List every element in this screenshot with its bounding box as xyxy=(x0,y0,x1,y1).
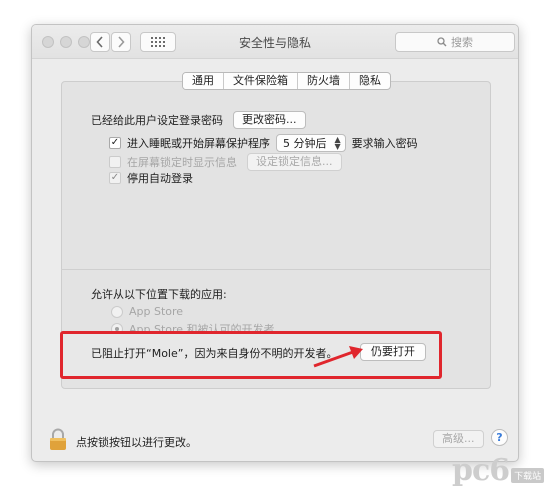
help-icon: ? xyxy=(496,431,503,444)
require-password-label: 进入睡眠或开始屏幕保护程序 xyxy=(127,137,270,150)
require-password-delay-select[interactable]: 5 分钟后 ▲ ▼ xyxy=(276,134,346,152)
require-password-checkbox[interactable]: ✓ xyxy=(109,137,121,149)
appstore-radio-label: App Store xyxy=(129,305,184,318)
disable-auto-login-checkbox[interactable]: ✓ xyxy=(109,172,121,184)
appstore-radio[interactable] xyxy=(111,305,123,318)
tab-bar: 通用 文件保险箱 防火墙 隐私 xyxy=(182,72,391,90)
auto-login-row: ✓ 停用自动登录 xyxy=(109,170,193,186)
watermark-badge: 下载站 xyxy=(511,468,545,483)
blocked-app-row: 已阻止打开“Mole”，因为来自身份不明的开发者。 xyxy=(91,345,337,361)
disable-auto-login-label: 停用自动登录 xyxy=(127,172,193,185)
lock-message-row: 在屏幕锁定时显示信息 设定锁定信息... xyxy=(109,153,342,171)
tab-privacy[interactable]: 隐私 xyxy=(349,73,390,89)
open-anyway-button[interactable]: 仍要打开 xyxy=(360,343,426,361)
download-heading-row: 允许从以下位置下载的应用: xyxy=(91,286,227,302)
search-icon xyxy=(437,37,447,47)
login-password-row: 已经给此用户设定登录密码 更改密码... xyxy=(91,111,306,129)
lock-message-label: 在屏幕锁定时显示信息 xyxy=(127,156,237,169)
advanced-button[interactable]: 高级... xyxy=(433,430,484,448)
bottom-bar: 点按锁按钮以进行更改。 高级... ? xyxy=(32,419,518,461)
tab-filevault[interactable]: 文件保险箱 xyxy=(223,73,297,89)
updown-arrows-icon: ▲ ▼ xyxy=(334,135,341,151)
lock-hint-text: 点按锁按钮以进行更改。 xyxy=(76,436,197,449)
help-button[interactable]: ? xyxy=(491,429,508,446)
blocked-app-message: 已阻止打开“Mole”，因为来自身份不明的开发者。 xyxy=(91,347,338,360)
download-source-heading: 允许从以下位置下载的应用: xyxy=(91,288,227,301)
site-watermark: pc6 下载站 xyxy=(452,453,545,488)
title-bar: 安全性与隐私 搜索 xyxy=(32,25,518,59)
search-placeholder: 搜索 xyxy=(451,36,473,49)
lock-icon[interactable] xyxy=(49,428,67,450)
search-field[interactable]: 搜索 xyxy=(395,32,515,52)
change-password-button[interactable]: 更改密码... xyxy=(233,111,306,129)
section-divider xyxy=(61,269,491,270)
lock-message-checkbox[interactable] xyxy=(109,156,121,168)
red-arrow-icon xyxy=(313,346,363,368)
login-password-text: 已经给此用户设定登录密码 xyxy=(91,114,223,127)
set-lock-message-button[interactable]: 设定锁定信息... xyxy=(247,153,342,171)
preferences-window: 安全性与隐私 搜索 通用 文件保险箱 防火墙 隐私 已经给此用户设定登录密码 更… xyxy=(31,24,519,462)
tab-firewall[interactable]: 防火墙 xyxy=(297,73,349,89)
watermark-logo: pc6 xyxy=(452,453,510,488)
tab-general[interactable]: 通用 xyxy=(183,73,223,89)
delay-value: 5 分钟后 xyxy=(283,137,327,150)
download-option-appstore: App Store xyxy=(111,305,183,318)
require-password-suffix: 要求输入密码 xyxy=(351,137,418,150)
require-password-row: ✓ 进入睡眠或开始屏幕保护程序 5 分钟后 ▲ ▼ 要求输入密码 xyxy=(109,134,418,152)
